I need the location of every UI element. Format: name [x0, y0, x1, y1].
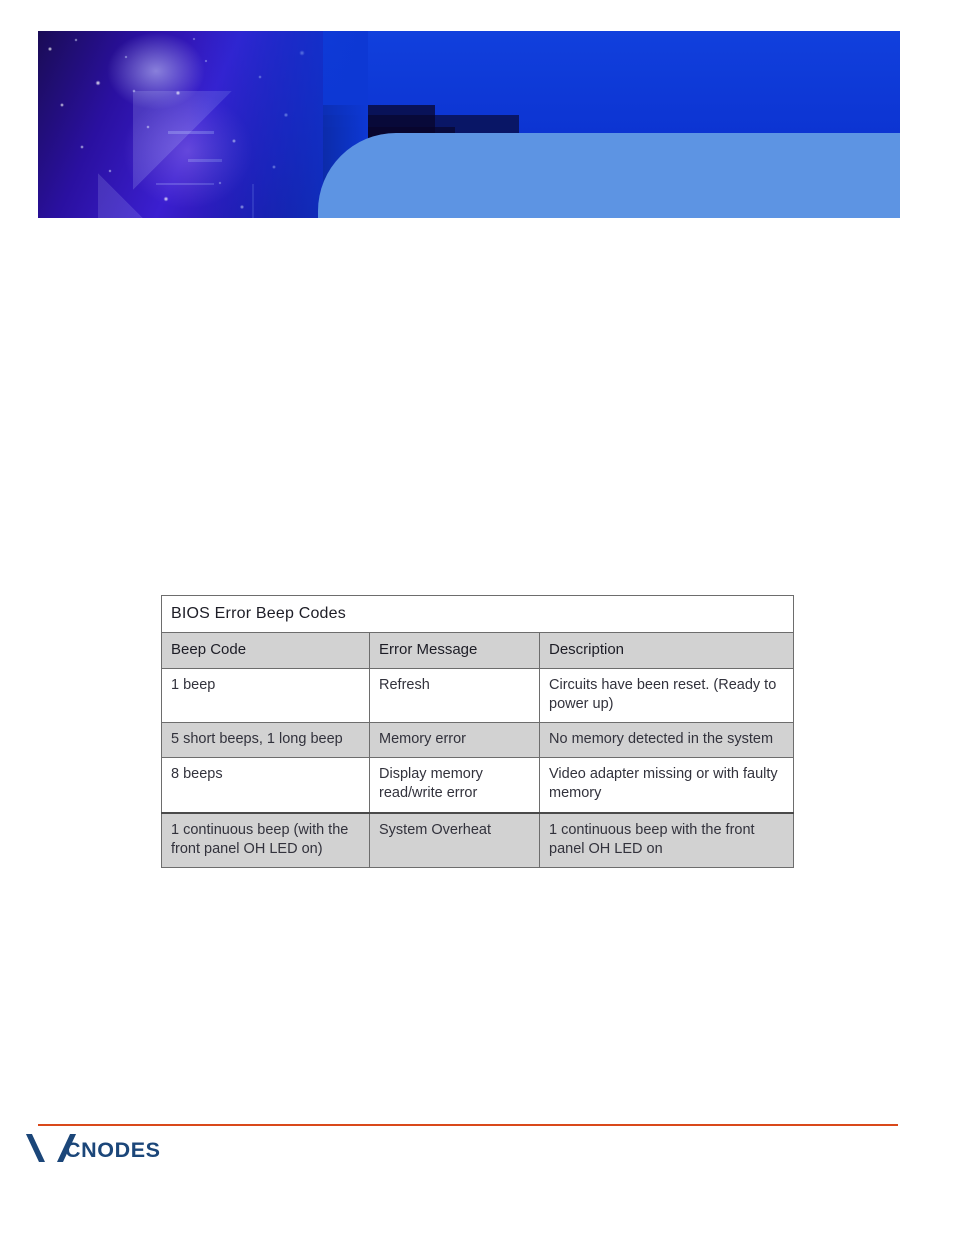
column-header-error-message: Error Message — [369, 632, 540, 669]
acnodes-logo: CNODES — [38, 1132, 161, 1162]
table-row: 8 beeps Display memory read/write error … — [161, 757, 795, 814]
cell-description: 1 continuous beep with the front panel O… — [538, 811, 795, 868]
cell-error-message: Display memory read/write error — [369, 757, 540, 814]
cell-error-message: Memory error — [369, 722, 540, 759]
cell-error-message: System Overheat — [369, 811, 540, 868]
logo-lambda-a-icon — [38, 1135, 64, 1162]
footer-divider-rule — [38, 1124, 898, 1126]
banner-accent-panel — [318, 133, 900, 218]
table-title: BIOS Error Beep Codes — [160, 594, 795, 634]
bios-beep-code-table: BIOS Error Beep Codes Beep Code Error Me… — [160, 594, 795, 868]
cell-beep-code: 5 short beeps, 1 long beep — [161, 722, 370, 759]
cell-beep-code: 1 beep — [161, 667, 370, 724]
cell-description: Video adapter missing or with faulty mem… — [538, 757, 795, 814]
table-header-row: Beep Code Error Message Description — [161, 632, 795, 669]
cell-beep-code: 1 continuous beep (with the front panel … — [161, 811, 370, 868]
cell-description: No memory detected in the system — [538, 722, 795, 759]
cell-error-message: Refresh — [369, 667, 540, 724]
column-header-beep-code: Beep Code — [161, 632, 370, 669]
table-title-row: BIOS Error Beep Codes — [160, 594, 795, 634]
cell-beep-code: 8 beeps — [161, 757, 370, 814]
column-header-description: Description — [538, 632, 795, 669]
table-row: 5 short beeps, 1 long beep Memory error … — [161, 722, 795, 759]
table-row: 1 beep Refresh Circuits have been reset.… — [161, 667, 795, 724]
cell-description: Circuits have been reset. (Ready to powe… — [538, 667, 795, 724]
page-header-banner — [38, 31, 900, 218]
bios-beep-code-table-container: BIOS Error Beep Codes Beep Code Error Me… — [160, 594, 795, 868]
table-row: 1 continuous beep (with the front panel … — [161, 811, 795, 868]
logo-wordmark: CNODES — [65, 1137, 161, 1162]
